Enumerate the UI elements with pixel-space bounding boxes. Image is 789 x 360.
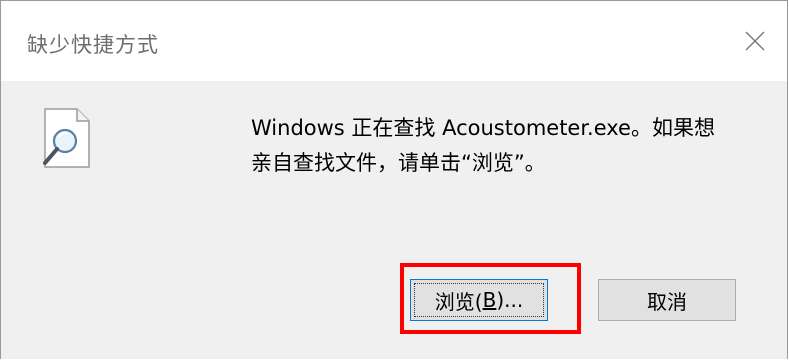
message-line-1: Windows 正在查找 Acoustometer.exe。如果想: [251, 116, 715, 140]
browse-label-mnemonic: B: [482, 288, 497, 312]
file-search-icon: [37, 107, 97, 169]
title-bar: 缺少快捷方式: [1, 1, 787, 81]
window-title: 缺少快捷方式: [27, 33, 159, 57]
browse-button[interactable]: 浏览(B)...: [410, 279, 548, 321]
missing-shortcut-dialog: 缺少快捷方式 Windows 正在查找 Acoustometer.exe。如果想: [0, 0, 788, 359]
close-button[interactable]: [723, 1, 787, 81]
browse-label-prefix: 浏览(: [434, 289, 483, 314]
cancel-label: 取消: [647, 289, 687, 314]
dialog-body: Windows 正在查找 Acoustometer.exe。如果想 亲自查找文件…: [1, 81, 787, 359]
dialog-message: Windows 正在查找 Acoustometer.exe。如果想 亲自查找文件…: [251, 111, 781, 181]
message-line-2: 亲自查找文件，请单击“浏览”。: [251, 151, 546, 175]
browse-label-suffix: )...: [496, 288, 524, 312]
cancel-button[interactable]: 取消: [598, 279, 736, 321]
close-icon: [745, 31, 765, 51]
